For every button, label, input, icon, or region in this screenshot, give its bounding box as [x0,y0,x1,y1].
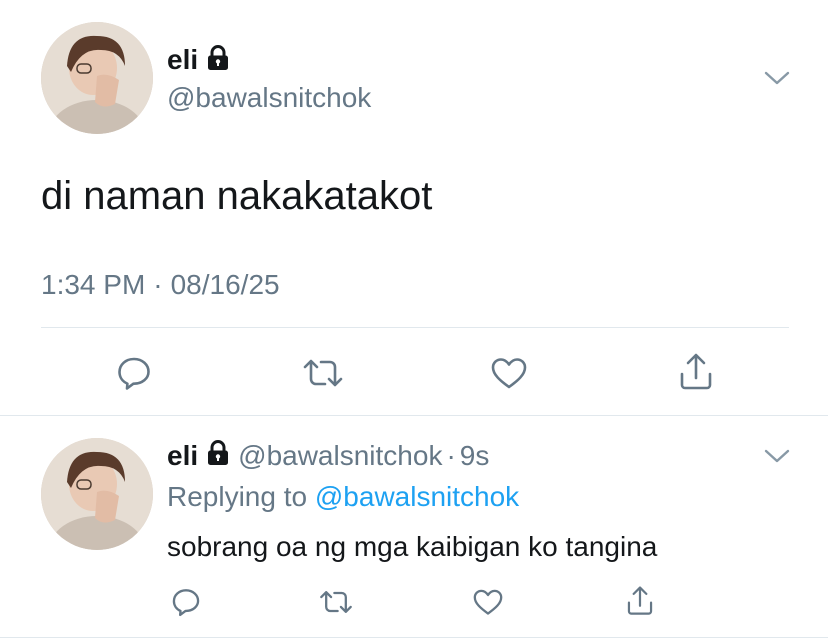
share-icon [627,586,653,615]
avatar[interactable] [41,438,153,550]
reply-text: sobrang oa ng mga kaibigan ko tangina [167,531,658,562]
avatar[interactable] [41,22,153,134]
reply-icon [118,357,150,390]
user-handle[interactable]: @bawalsnitchok [238,440,442,472]
retweet-button[interactable] [299,351,347,395]
user-handle[interactable]: @bawalsnitchok [167,82,371,114]
display-name[interactable]: eli [167,440,198,472]
share-button[interactable] [622,582,658,620]
tweet-age: 9s [459,440,490,471]
tweet-text: di naman nakakatakot [41,174,433,218]
retweet-icon [320,591,352,613]
replying-to-label: Replying to [167,481,308,512]
lock-icon [206,44,230,76]
tweet-date: 08/16/25 [170,269,280,300]
tweet-menu-button[interactable] [760,442,794,470]
display-name[interactable]: eli [167,44,198,76]
reply-author-line: eli @bawalsnitchok · 9s [167,439,489,473]
author-line: eli [167,44,230,76]
action-divider [41,327,789,328]
replying-to-handle[interactable]: @bawalsnitchok [315,481,519,512]
like-button[interactable] [487,351,531,395]
like-button[interactable] [470,584,506,620]
share-button[interactable] [674,349,718,395]
like-icon [491,358,527,389]
tweet-divider [0,415,828,416]
retweet-button[interactable] [316,584,356,620]
reply-button[interactable] [112,351,156,395]
chevron-down-icon [764,449,790,463]
reply-button[interactable] [168,584,204,620]
replying-to: Replying to @bawalsnitchok [167,480,519,514]
timestamp-separator: · [153,269,163,300]
lock-icon [206,439,230,473]
like-icon [473,589,503,615]
avatar-photo [41,22,153,134]
avatar-photo [41,438,153,550]
timestamp: 1:34 PM · 08/16/25 [41,268,280,302]
bottom-divider [0,637,828,638]
share-icon [680,353,712,390]
retweet-icon [303,359,343,387]
reply-icon [172,589,200,617]
chevron-down-icon [764,71,790,85]
tweet-time: 1:34 PM [41,269,146,300]
tweet-menu-button[interactable] [760,64,794,92]
separator: · [446,440,456,471]
